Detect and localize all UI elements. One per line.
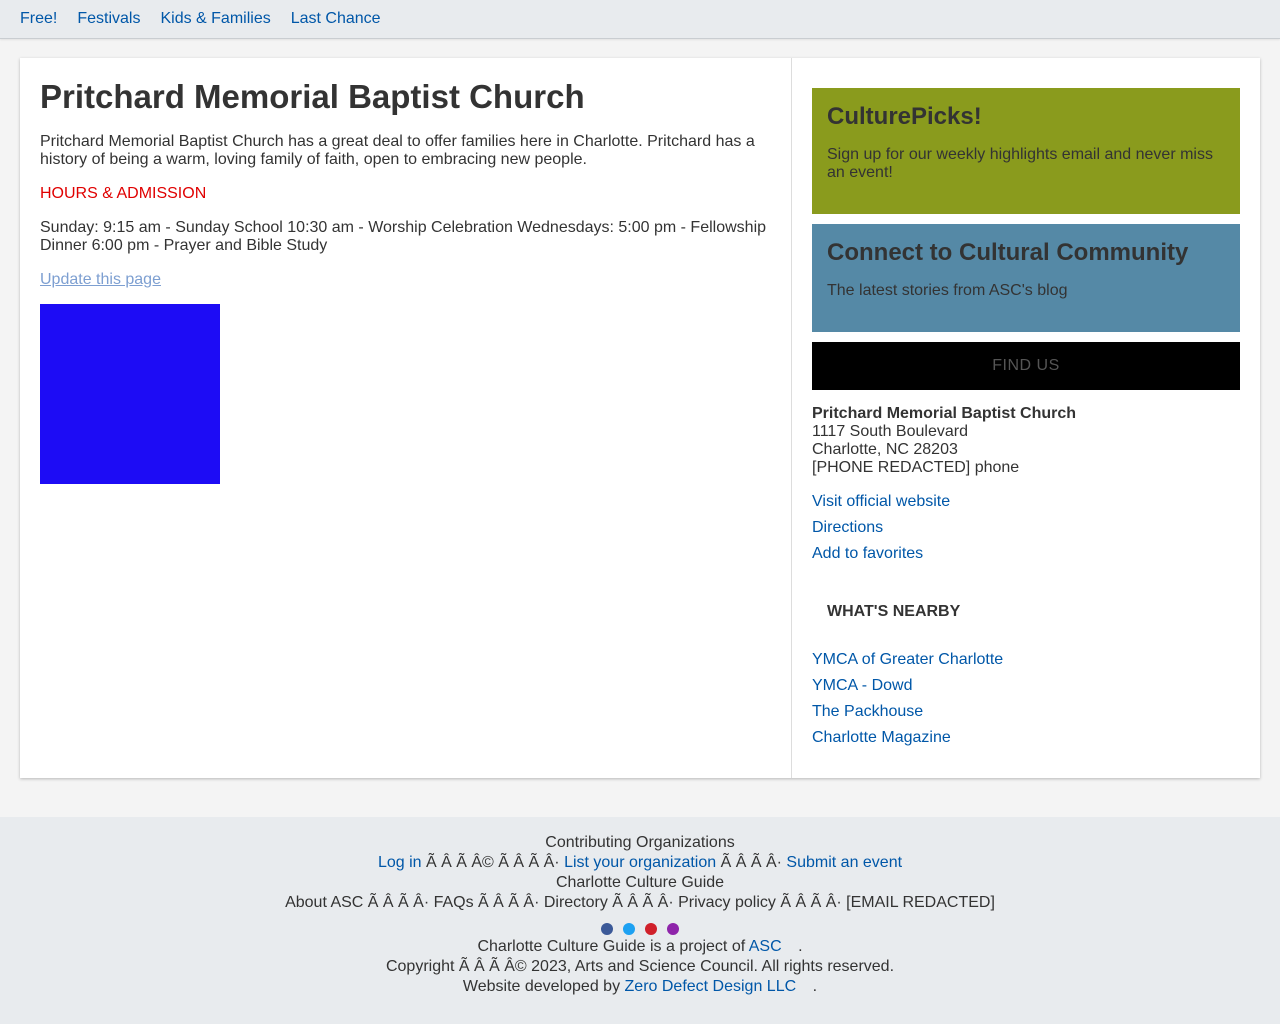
description: Pritchard Memorial Baptist Church has a … (40, 133, 755, 168)
hours-text: Sunday: 9:15 am - Sunday School 10:30 am… (40, 219, 767, 254)
culturepicks-text: Sign up for our weekly highlights email … (827, 146, 1213, 181)
content-card: Pritchard Memorial Baptist Church Pritch… (20, 58, 1260, 778)
culturepicks-promo[interactable]: CulturePicks! Sign up for our weekly hig… (812, 88, 1240, 214)
youtube-icon[interactable] (645, 923, 657, 935)
nav-link-free[interactable]: Free! (20, 10, 57, 28)
directions-link[interactable]: Directions (812, 519, 1240, 537)
facebook-icon[interactable] (601, 923, 613, 935)
nav-link-kids-families[interactable]: Kids & Families (160, 10, 270, 28)
list-org-link[interactable]: List your organization (564, 854, 716, 871)
twitter-icon[interactable] (623, 923, 635, 935)
venue-phone: [PHONE REDACTED] phone (812, 459, 1020, 476)
media-placeholder (40, 304, 220, 484)
asc-link[interactable]: ASC (749, 938, 782, 955)
separator: Ã Â Ã Â© Ã Â Ã Â· (426, 854, 560, 871)
visit-website-link[interactable]: Visit official website (812, 493, 1240, 511)
nearby-link[interactable]: YMCA - Dowd (812, 677, 1240, 695)
copyright: Copyright Ã Â Ã Â© 2023, Arts and Scienc… (385, 958, 895, 975)
connect-text: The latest stories from ASC's blog (827, 282, 1068, 299)
footer: Contributing Organizations Log in Ã Â Ã … (0, 817, 1280, 1024)
main-column: Pritchard Memorial Baptist Church Pritch… (20, 58, 792, 778)
hours-heading: HOURS & ADMISSION (40, 185, 207, 202)
address-block: Pritchard Memorial Baptist Church 1117 S… (812, 405, 1240, 477)
nearby-link[interactable]: Charlotte Magazine (812, 729, 1240, 747)
sidebar: CulturePicks! Sign up for our weekly hig… (792, 58, 1260, 778)
instagram-icon[interactable] (667, 923, 679, 935)
contrib-heading: Contributing Organizations (545, 834, 735, 851)
page-title: Pritchard Memorial Baptist Church (40, 78, 585, 115)
contrib-links: Log in Ã Â Ã Â© Ã Â Ã Â· List your organ… (0, 853, 1280, 873)
nearby-link[interactable]: YMCA of Greater Charlotte (812, 651, 1240, 669)
culturepicks-title: CulturePicks! (827, 103, 982, 130)
login-link[interactable]: Log in (378, 854, 422, 871)
venue-links: Visit official website Directions Add to… (812, 493, 1240, 563)
separator: Ã Â Ã Â· (720, 854, 782, 871)
venue-name: Pritchard Memorial Baptist Church (812, 405, 1077, 422)
developed-prefix: Website developed by (462, 978, 621, 995)
project-period: . (798, 938, 803, 955)
update-page-link[interactable]: Update this page (40, 271, 161, 289)
submit-event-link[interactable]: Submit an event (786, 854, 902, 871)
guide-links[interactable]: About ASC Ã Â Ã Â· FAQs Ã Â Ã Â· Directo… (0, 893, 1280, 913)
nearby-list: YMCA of Greater Charlotte YMCA - Dowd Th… (812, 651, 1240, 747)
top-nav: Free! Festivals Kids & Families Last Cha… (0, 0, 1280, 39)
social-icons (0, 923, 1280, 935)
developer-period: . (812, 978, 818, 995)
nearby-link[interactable]: The Packhouse (812, 703, 1240, 721)
venue-city: Charlotte, NC 28203 (812, 441, 958, 458)
add-favorites-link[interactable]: Add to favorites (812, 545, 1240, 563)
nav-link-festivals[interactable]: Festivals (77, 10, 140, 28)
whats-nearby-heading: WHAT'S NEARBY (827, 603, 961, 620)
developer-line: Website developed by Zero Defect Design … (0, 977, 1280, 997)
connect-promo[interactable]: Connect to Cultural Community The latest… (812, 224, 1240, 332)
project-line: Charlotte Culture Guide is a project of … (0, 937, 1280, 957)
nav-link-last-chance[interactable]: Last Chance (291, 10, 381, 28)
project-prefix: Charlotte Culture Guide is a project of (477, 938, 746, 955)
developer-link[interactable]: Zero Defect Design LLC (625, 978, 797, 995)
connect-title: Connect to Cultural Community (827, 239, 1189, 266)
venue-street: 1117 South Boulevard (812, 423, 968, 440)
find-us-header: FIND US (812, 342, 1240, 390)
guide-heading: Charlotte Culture Guide (555, 874, 725, 891)
